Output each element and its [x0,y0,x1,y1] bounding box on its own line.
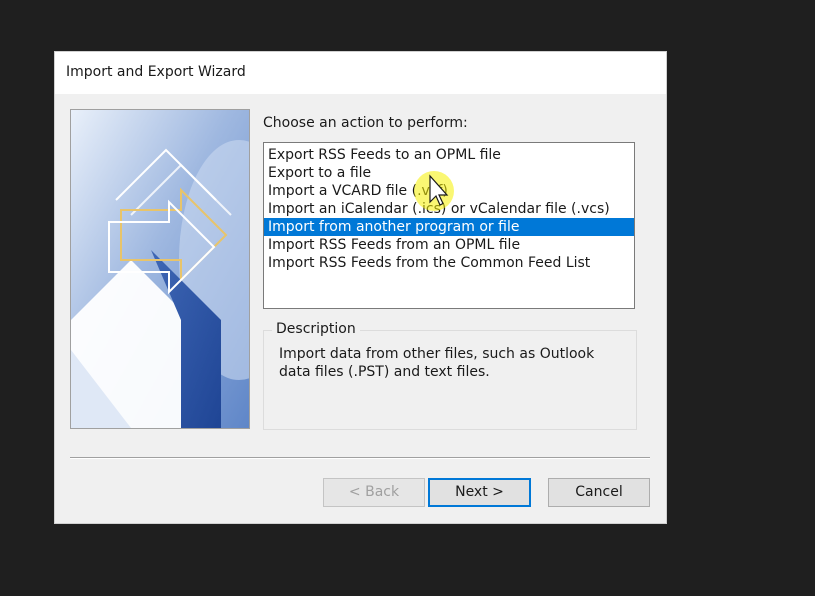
window-title: Import and Export Wizard [66,64,246,80]
description-group: Description Import data from other files… [263,321,637,430]
choose-action-label: Choose an action to perform: [263,115,468,131]
description-text: Import data from other files, such as Ou… [279,346,595,380]
action-import-vcard[interactable]: Import a VCARD file (.vcf) [264,182,634,200]
action-export-rss-opml[interactable]: Export RSS Feeds to an OPML file [264,146,634,164]
wizard-arrows-graphic [71,110,249,428]
action-export-to-file[interactable]: Export to a file [264,164,634,182]
description-heading: Description [272,321,360,337]
wizard-banner-image [70,109,250,429]
action-import-icalendar[interactable]: Import an iCalendar (.ics) or vCalendar … [264,200,634,218]
back-button[interactable]: < Back [323,478,425,507]
title-bar[interactable]: Import and Export Wizard [55,52,666,94]
import-export-wizard-dialog: Import and Export Wizard Choose an actio… [55,52,666,523]
action-import-from-program[interactable]: Import from another program or file [264,218,634,236]
action-listbox[interactable]: Export RSS Feeds to an OPML file Export … [263,142,635,309]
action-import-rss-opml[interactable]: Import RSS Feeds from an OPML file [264,236,634,254]
footer-separator [70,457,650,459]
next-button[interactable]: Next > [428,478,531,507]
action-import-rss-common-feed[interactable]: Import RSS Feeds from the Common Feed Li… [264,254,634,272]
cancel-button[interactable]: Cancel [548,478,650,507]
